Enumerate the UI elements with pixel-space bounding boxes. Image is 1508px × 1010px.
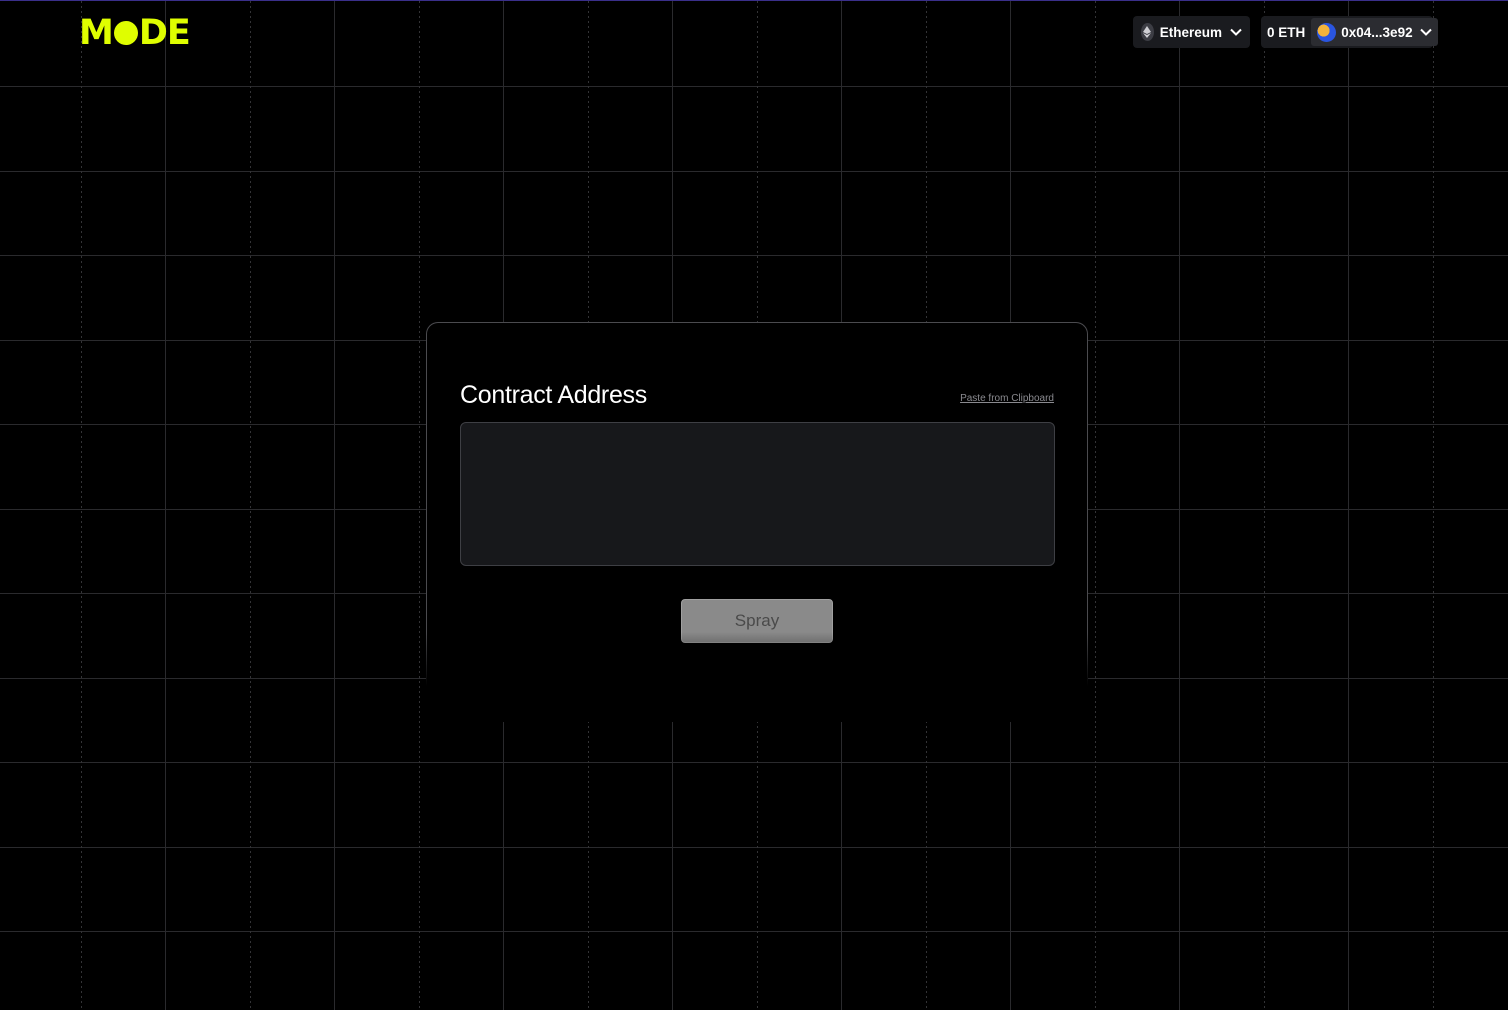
paste-from-clipboard-link[interactable]: Paste from Clipboard — [960, 393, 1054, 404]
chevron-down-icon — [1230, 23, 1242, 41]
avatar-icon — [1317, 22, 1337, 42]
logo-text-right: DE — [138, 13, 191, 53]
chevron-down-icon — [1419, 23, 1432, 41]
spray-card: Contract Address Paste from Clipboard Sp… — [426, 322, 1088, 722]
account-address: 0x04...3e92 — [1341, 24, 1413, 40]
network-selector-button[interactable]: Ethereum — [1133, 16, 1250, 48]
app-root: M DE Ethereum 0 ETH 0x04...3e92 Contract… — [0, 0, 1508, 1010]
contract-address-input[interactable] — [460, 422, 1055, 566]
mode-logo[interactable]: M DE — [79, 13, 191, 53]
logo-dot-icon — [113, 21, 138, 45]
network-label: Ethereum — [1159, 24, 1222, 40]
logo-text-left: M — [79, 13, 114, 53]
card-fade-overlay — [426, 632, 1088, 722]
contract-address-label: Contract Address — [460, 381, 647, 409]
ethereum-icon — [1141, 23, 1154, 41]
account-button[interactable]: 0x04...3e92 — [1311, 18, 1438, 46]
eth-balance: 0 ETH — [1267, 24, 1306, 40]
account-panel: 0 ETH 0x04...3e92 — [1261, 16, 1438, 48]
